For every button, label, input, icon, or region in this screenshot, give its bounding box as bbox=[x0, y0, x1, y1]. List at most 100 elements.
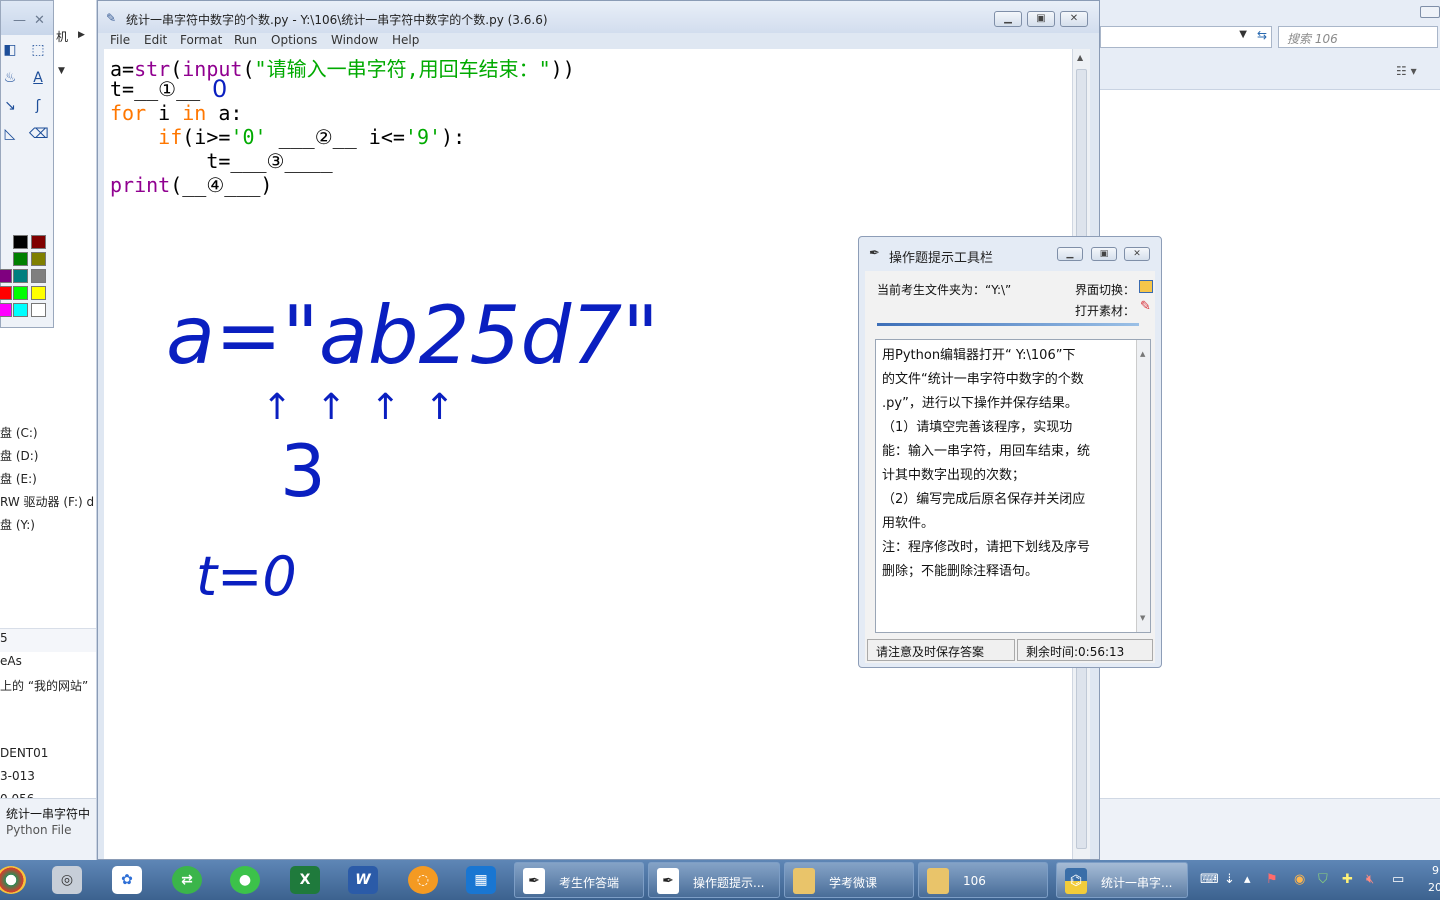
dropdown-icon[interactable]: ▼ bbox=[1239, 29, 1247, 40]
dialog-titlebar[interactable]: ✒ 操作题提示工具栏 ▁ ▣ ✕ bbox=[859, 237, 1161, 271]
drive-d[interactable]: 盘 (D:) bbox=[0, 447, 38, 464]
clock-date[interactable]: 20 bbox=[1428, 881, 1440, 894]
task-hint-toolbar[interactable]: ✒ 操作题提示... bbox=[648, 862, 780, 898]
menu-edit[interactable]: Edit bbox=[144, 33, 167, 47]
menu-options[interactable]: Options bbox=[271, 33, 317, 47]
list-item[interactable]: 上的 “我的网站” bbox=[0, 677, 88, 694]
close-button[interactable]: ✕ bbox=[1060, 11, 1088, 27]
polygon-icon[interactable]: ◺ bbox=[1, 125, 19, 143]
scroll-up-icon[interactable]: ▲ bbox=[1140, 342, 1145, 366]
task-exam-client[interactable]: ✒ 考生作答端 bbox=[514, 862, 644, 898]
menu-help[interactable]: Help bbox=[392, 33, 419, 47]
select-icon[interactable]: ◧ bbox=[1, 41, 19, 59]
switch-view-icon[interactable] bbox=[1139, 280, 1153, 293]
app-grid-icon[interactable]: ▦ bbox=[466, 866, 496, 894]
search-input[interactable]: 搜索 106 bbox=[1278, 26, 1438, 48]
scroll-up-icon[interactable]: ▲ bbox=[1077, 53, 1083, 62]
list-item[interactable]: 3-013 bbox=[0, 769, 35, 783]
task-idle-editor[interactable]: ⌬ 统计一串字... bbox=[1056, 862, 1188, 898]
color-swatch-teal[interactable] bbox=[13, 269, 28, 283]
color-swatch-magenta[interactable] bbox=[0, 303, 12, 317]
address-bar[interactable]: ▼ ⇆ bbox=[1100, 26, 1272, 48]
folder-label: 当前考生文件夹为：“Y:\” bbox=[877, 283, 1012, 297]
selected-file-type: Python File bbox=[6, 823, 72, 837]
maximize-button[interactable]: ▣ bbox=[1091, 247, 1117, 261]
color-swatch-black[interactable] bbox=[13, 235, 28, 249]
chrome-icon[interactable] bbox=[0, 866, 26, 894]
close-icon[interactable]: ✕ bbox=[34, 13, 45, 28]
drive-c[interactable]: 盘 (C:) bbox=[0, 424, 38, 441]
instruction-line: 能：输入一串字符，用回车结束，统 bbox=[882, 444, 1091, 459]
instructions-textbox[interactable]: 用Python编辑器打开“ Y:\106”下 的文件“统计一串字符中数字的个数 … bbox=[875, 339, 1151, 633]
update-icon[interactable]: ✚ bbox=[1342, 872, 1353, 887]
instructions-scrollbar[interactable]: ▲ ▼ bbox=[1136, 340, 1150, 632]
chevron-down-icon[interactable]: ▼ bbox=[58, 66, 65, 76]
list-item[interactable]: DENT01 bbox=[0, 746, 48, 760]
eraser-icon[interactable]: ⌫ bbox=[29, 125, 49, 143]
sync-app-icon[interactable]: ⇄ bbox=[172, 866, 202, 894]
drive-e[interactable]: 盘 (E:) bbox=[0, 470, 37, 487]
task-folder-106[interactable]: 106 bbox=[918, 862, 1048, 898]
color-swatch-gray[interactable] bbox=[31, 269, 46, 283]
keyboard-icon[interactable]: ⌨ bbox=[1200, 872, 1219, 887]
drive-y[interactable]: 盘 (Y:) bbox=[0, 516, 35, 533]
instruction-line: 注：程序修改时，请把下划线及序号 bbox=[882, 540, 1091, 555]
color-swatch-yellow[interactable] bbox=[31, 286, 46, 300]
minimize-button[interactable]: ▁ bbox=[994, 11, 1022, 27]
open-material-label: 打开素材： bbox=[1075, 304, 1136, 318]
minimize-icon[interactable]: — bbox=[13, 13, 26, 28]
fill-icon[interactable]: ♨ bbox=[1, 69, 19, 87]
drive-f[interactable]: RW 驱动器 (F:) d bbox=[0, 493, 94, 510]
minimize-button[interactable] bbox=[1420, 6, 1440, 18]
clock-time[interactable]: 9 bbox=[1432, 864, 1439, 877]
paint-tool-window: — ✕ ◧ ⬚ ♨ A ↘ ʃ ◺ ⌫ bbox=[0, 0, 54, 328]
color-swatch-lime[interactable] bbox=[13, 286, 28, 300]
refresh-icon[interactable]: ⇆ bbox=[1257, 28, 1267, 42]
input-method-icon[interactable]: ⇣ bbox=[1224, 872, 1235, 887]
minimize-button[interactable]: ▁ bbox=[1057, 247, 1083, 261]
line-icon[interactable]: ↘ bbox=[1, 97, 19, 115]
color-swatch-red[interactable] bbox=[0, 286, 12, 300]
instruction-line: 的文件“统计一串字符中数字的个数 bbox=[882, 372, 1084, 387]
code-line-3: for i in a: bbox=[110, 101, 243, 125]
tray-expand-icon[interactable]: ▴ bbox=[1244, 872, 1251, 887]
menu-run[interactable]: Run bbox=[234, 33, 257, 47]
crop-icon[interactable]: ⬚ bbox=[29, 41, 47, 59]
browser-icon[interactable]: ◌ bbox=[408, 866, 438, 894]
word-icon[interactable]: W bbox=[348, 866, 378, 894]
dialog-title: 操作题提示工具栏 bbox=[889, 251, 994, 266]
open-material-icon[interactable]: ✎ bbox=[1140, 299, 1151, 314]
color-swatch-purple[interactable] bbox=[0, 269, 12, 283]
task-folder-microcourse[interactable]: 学考微课 bbox=[784, 862, 914, 898]
color-swatch-maroon[interactable] bbox=[31, 235, 46, 249]
list-item[interactable]: 5 bbox=[0, 631, 8, 645]
view-options-icon[interactable]: ☷ ▾ bbox=[1396, 64, 1417, 78]
instruction-line: 删除；不能删除注释语句。 bbox=[882, 564, 1039, 579]
color-swatch-green[interactable] bbox=[13, 252, 28, 266]
window-titlebar[interactable]: ✎ 统计一串字符中数字的个数.py - Y:\106\统计一串字符中数字的个数.… bbox=[98, 1, 1099, 33]
color-swatch-white[interactable] bbox=[31, 303, 46, 317]
mute-icon[interactable]: 🔇︎ bbox=[1366, 872, 1374, 887]
menu-file[interactable]: File bbox=[110, 33, 130, 47]
wechat-icon[interactable]: ● bbox=[230, 866, 260, 894]
curve-icon[interactable]: ʃ bbox=[29, 97, 47, 115]
baidu-netdisk-icon[interactable]: ✿ bbox=[112, 866, 142, 894]
scroll-down-icon[interactable]: ▼ bbox=[1140, 606, 1145, 630]
list-item[interactable]: eAs bbox=[0, 654, 22, 668]
camera-app-icon[interactable]: ◎ bbox=[52, 866, 82, 894]
handwriting-example-string: a="ab25d7" bbox=[166, 289, 659, 382]
chevron-right-icon[interactable]: ▶ bbox=[78, 30, 85, 40]
color-swatch-cyan[interactable] bbox=[13, 303, 28, 317]
close-button[interactable]: ✕ bbox=[1124, 247, 1150, 261]
network-alert-icon[interactable]: ⚑ bbox=[1266, 872, 1278, 887]
maximize-button[interactable]: ▣ bbox=[1027, 11, 1055, 27]
text-icon[interactable]: A bbox=[29, 69, 47, 87]
security-app-icon[interactable]: ◉ bbox=[1294, 872, 1305, 887]
color-swatch-olive[interactable] bbox=[31, 252, 46, 266]
menu-window[interactable]: Window bbox=[331, 33, 378, 47]
shield-icon[interactable]: ⛉ bbox=[1318, 872, 1328, 887]
menu-format[interactable]: Format bbox=[180, 33, 222, 47]
address-fragment: 机 bbox=[56, 30, 69, 44]
excel-icon[interactable]: X bbox=[290, 866, 320, 894]
display-icon[interactable]: ▭ bbox=[1392, 872, 1404, 887]
